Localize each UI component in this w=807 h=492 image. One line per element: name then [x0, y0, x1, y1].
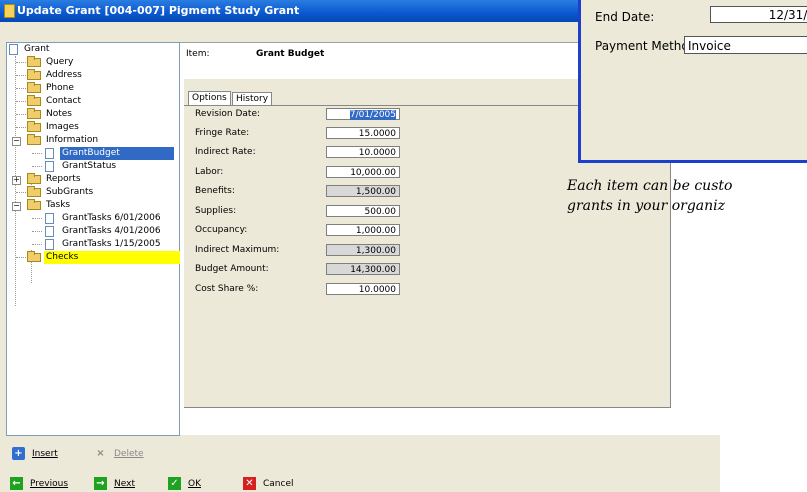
document-icon	[45, 148, 54, 159]
document-icon	[45, 226, 54, 237]
supplies-field[interactable]: 500.00	[326, 205, 400, 217]
next-button[interactable]: → Next	[94, 476, 144, 492]
plus-icon: +	[12, 447, 25, 460]
payment-method-field[interactable]: Invoice	[684, 36, 807, 54]
document-icon	[9, 44, 18, 55]
ok-button[interactable]: ✓ OK	[168, 476, 208, 492]
folder-icon	[27, 108, 41, 119]
revision-date-field[interactable]: 7/01/2005	[326, 108, 400, 120]
expand-icon[interactable]: +	[12, 176, 21, 185]
supplies-label: Supplies:	[195, 206, 237, 216]
document-icon	[45, 239, 54, 250]
tree-connector	[32, 153, 42, 154]
cost-share-label: Cost Share %:	[195, 284, 259, 294]
folder-icon	[27, 121, 41, 132]
collapse-icon[interactable]: −	[12, 137, 21, 146]
labor-label: Labor:	[195, 167, 224, 177]
item-value: Grant Budget	[256, 49, 325, 59]
arrow-right-icon: →	[94, 477, 107, 490]
folder-icon	[27, 186, 41, 197]
occupancy-field[interactable]: 1,000.00	[326, 224, 400, 236]
end-date-label: End Date:	[595, 10, 655, 24]
revision-date-label: Revision Date:	[195, 109, 261, 119]
benefits-label: Benefits:	[195, 186, 235, 196]
payment-method-label: Payment Metho	[595, 39, 689, 53]
caption-text: Each item can be custo grants in your or…	[567, 176, 807, 216]
tree-connector	[16, 101, 26, 102]
window-title: Update Grant [004-007] Pigment Study Gra…	[17, 4, 300, 17]
revision-date-value: 7/01/2005	[349, 110, 396, 120]
tree-connector	[16, 88, 26, 89]
tree-connector	[16, 127, 26, 128]
tree-connector	[32, 231, 42, 232]
folder-icon	[27, 173, 41, 184]
folder-icon	[27, 56, 41, 67]
indirect-maximum-field: 1,300.00	[326, 244, 400, 256]
caption-line: grants in your organiz	[567, 198, 726, 214]
x-icon: ×	[96, 448, 105, 459]
close-icon: ✕	[243, 477, 256, 490]
folder-icon	[27, 95, 41, 106]
tree-connector	[16, 257, 26, 258]
tree-connector	[16, 114, 26, 115]
item-label: Item:	[186, 49, 210, 59]
tree-connector	[32, 166, 42, 167]
folder-icon	[27, 134, 41, 145]
occupancy-label: Occupancy:	[195, 225, 248, 235]
tree-connector	[16, 75, 26, 76]
labor-field[interactable]: 10,000.00	[326, 166, 400, 178]
tab-history[interactable]: History	[232, 92, 273, 106]
end-date-field[interactable]: 12/31/2	[710, 6, 807, 23]
inset-dialog-fragment: End Date: 12/31/2 Payment Metho Invoice	[578, 0, 807, 163]
tab-options[interactable]: Options	[188, 91, 231, 106]
grant-tree[interactable]: Grant Query Address Phone Contact Notes	[6, 42, 180, 436]
benefits-field: 1,500.00	[326, 185, 400, 197]
caption-line: Each item can be custo	[567, 178, 733, 194]
folder-icon	[27, 199, 41, 210]
delete-button: × Delete	[94, 446, 146, 462]
folder-icon	[27, 69, 41, 80]
previous-button[interactable]: ← Previous	[10, 476, 80, 492]
indirect-rate-label: Indirect Rate:	[195, 147, 256, 157]
tree-connector	[16, 62, 26, 63]
tree-connector	[32, 244, 42, 245]
insert-button[interactable]: + Insert	[12, 446, 64, 462]
fringe-rate-label: Fringe Rate:	[195, 128, 250, 138]
folder-icon	[27, 251, 41, 262]
tree-connector	[32, 218, 42, 219]
folder-icon	[27, 82, 41, 93]
cancel-button[interactable]: ✕ Cancel	[243, 476, 303, 492]
tree-connector	[16, 192, 26, 193]
document-icon	[45, 213, 54, 224]
indirect-maximum-label: Indirect Maximum:	[195, 245, 280, 255]
cost-share-field[interactable]: 10.0000	[326, 283, 400, 295]
document-icon	[45, 161, 54, 172]
collapse-icon[interactable]: −	[12, 202, 21, 211]
window-icon	[4, 4, 15, 18]
arrow-left-icon: ←	[10, 477, 23, 490]
checkmark-icon: ✓	[168, 477, 181, 490]
budget-amount-field: 14,300.00	[326, 263, 400, 275]
indirect-rate-field[interactable]: 10.0000	[326, 146, 400, 158]
budget-amount-label: Budget Amount:	[195, 264, 269, 274]
fringe-rate-field[interactable]: 15.0000	[326, 127, 400, 139]
